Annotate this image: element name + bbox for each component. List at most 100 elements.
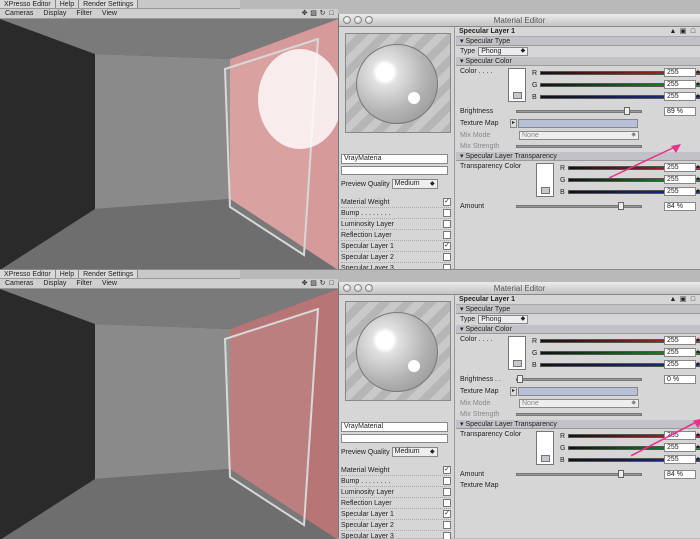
move-view-icon[interactable]: ✥ — [301, 10, 308, 17]
viewport-menu-cameras[interactable]: Cameras — [0, 9, 38, 19]
material-extra-field[interactable] — [341, 434, 448, 443]
channel-row[interactable]: Luminosity Layer — [341, 219, 451, 230]
channel-row[interactable]: Bump . . . . . . . . — [341, 208, 451, 219]
preview-quality-select[interactable]: Medium — [391, 447, 438, 457]
b-value-field[interactable]: 255 — [664, 360, 696, 369]
amount-value-field[interactable]: 84 % — [664, 470, 696, 479]
texture-map-slot[interactable] — [518, 387, 638, 396]
r-value-field[interactable]: 255 — [664, 68, 696, 77]
tab-help[interactable]: Help — [55, 270, 80, 278]
color-swatch[interactable] — [508, 68, 526, 102]
channel-checkbox[interactable] — [443, 253, 451, 261]
expand-icon[interactable]: □ — [689, 28, 697, 36]
specular-color-header[interactable]: ▾ Specular Color — [456, 325, 700, 334]
channel-checkbox[interactable] — [443, 532, 451, 539]
g-value-field[interactable]: 255 — [664, 348, 696, 357]
preview-quality-select[interactable]: Medium — [391, 179, 438, 189]
brightness-value-field[interactable]: 0 % — [664, 375, 696, 384]
mix-mode-select[interactable]: None — [519, 131, 639, 140]
channel-checkbox[interactable] — [443, 521, 451, 529]
move-view-icon[interactable]: ✥ — [301, 280, 308, 287]
up-arrow-icon[interactable]: ▲ — [669, 28, 677, 36]
tr-b-value-field[interactable]: 255 — [664, 187, 696, 196]
up-arrow-icon[interactable]: ▲ — [669, 296, 677, 304]
material-preview[interactable] — [345, 33, 451, 133]
channel-checkbox[interactable]: ✓ — [443, 510, 451, 518]
zoom-view-icon[interactable]: ▨ — [310, 10, 317, 17]
3d-viewport[interactable]: Cameras Display Filter View ✥ ▨ ↻ □ — [0, 279, 338, 539]
channel-checkbox[interactable]: ✓ — [443, 466, 451, 474]
material-preview[interactable] — [345, 301, 451, 401]
amount-slider[interactable] — [516, 202, 642, 210]
r-value-field[interactable]: 255 — [664, 336, 696, 345]
viewport-menu-view[interactable]: View — [97, 279, 122, 289]
viewport-menu-display[interactable]: Display — [38, 279, 71, 289]
zoom-window-button[interactable] — [365, 16, 373, 24]
channel-row[interactable]: Specular Layer 1 ✓ — [341, 509, 451, 520]
color-picker-button[interactable] — [513, 92, 522, 99]
viewport-menu-display[interactable]: Display — [38, 9, 71, 19]
channel-row[interactable]: Specular Layer 2 — [341, 520, 451, 531]
brightness-thumb[interactable] — [517, 375, 523, 383]
channel-checkbox[interactable] — [443, 220, 451, 228]
type-select[interactable]: Phong — [478, 315, 529, 324]
texture-map-button[interactable]: ▸ — [510, 387, 517, 396]
minimize-window-button[interactable] — [354, 284, 362, 292]
rotate-view-icon[interactable]: ↻ — [319, 10, 326, 17]
brightness-slider[interactable] — [516, 375, 642, 383]
texture-map-slot[interactable] — [518, 119, 638, 128]
channel-checkbox[interactable] — [443, 231, 451, 239]
3d-viewport[interactable]: Cameras Display Filter View ✥ ▨ ↻ □ — [0, 9, 338, 270]
viewport-menu-filter[interactable]: Filter — [71, 9, 97, 19]
viewport-menu-filter[interactable]: Filter — [71, 279, 97, 289]
color-swatch[interactable] — [508, 336, 526, 370]
close-window-button[interactable] — [343, 16, 351, 24]
channel-row[interactable]: Specular Layer 3 — [341, 531, 451, 539]
close-window-button[interactable] — [343, 284, 351, 292]
tab-render-settings[interactable]: Render Settings — [79, 0, 139, 8]
material-name-field[interactable]: VrayMateria — [341, 154, 448, 164]
mix-strength-slider[interactable] — [516, 413, 642, 416]
texture-map-button[interactable]: ▸ — [510, 119, 517, 128]
specular-type-header[interactable]: ▾ Specular Type — [456, 305, 700, 314]
material-extra-field[interactable] — [341, 166, 448, 175]
transparency-picker-button[interactable] — [541, 187, 550, 194]
tab-help[interactable]: Help — [55, 0, 80, 8]
viewport-menu-view[interactable]: View — [97, 9, 122, 19]
channel-row[interactable]: Luminosity Layer — [341, 487, 451, 498]
channel-row[interactable]: Specular Layer 2 — [341, 252, 451, 263]
amount-slider[interactable] — [516, 470, 642, 478]
lock-icon[interactable]: ▣ — [679, 28, 687, 36]
b-value-field[interactable]: 255 — [664, 92, 696, 101]
color-picker-button[interactable] — [513, 360, 522, 367]
channel-row[interactable]: Specular Layer 1 ✓ — [341, 241, 451, 252]
channel-checkbox[interactable] — [443, 488, 451, 496]
material-editor-titlebar[interactable]: Material Editor — [339, 282, 700, 295]
maximize-view-icon[interactable]: □ — [328, 280, 335, 287]
amount-thumb[interactable] — [617, 202, 624, 210]
viewport-menu-cameras[interactable]: Cameras — [0, 279, 38, 289]
type-select[interactable]: Phong — [478, 47, 529, 56]
transparency-swatch[interactable] — [536, 431, 554, 465]
channel-row[interactable]: Bump . . . . . . . . — [341, 476, 451, 487]
material-name-field[interactable]: VrayMaterial — [341, 422, 448, 432]
transparency-picker-button[interactable] — [541, 455, 550, 462]
channel-row[interactable]: Reflection Layer — [341, 230, 451, 241]
tab-xpresso-editor[interactable]: XPresso Editor — [0, 0, 56, 8]
g-value-field[interactable]: 255 — [664, 80, 696, 89]
brightness-thumb[interactable] — [623, 107, 630, 115]
minimize-window-button[interactable] — [354, 16, 362, 24]
channel-checkbox[interactable]: ✓ — [443, 198, 451, 206]
channel-row[interactable]: Material Weight ✓ — [341, 465, 451, 476]
maximize-view-icon[interactable]: □ — [328, 10, 335, 17]
channel-checkbox[interactable] — [443, 499, 451, 507]
amount-value-field[interactable]: 84 % — [664, 202, 696, 211]
mix-mode-select[interactable]: None — [519, 399, 639, 408]
tab-xpresso-editor[interactable]: XPresso Editor — [0, 270, 56, 278]
zoom-view-icon[interactable]: ▨ — [310, 280, 317, 287]
brightness-slider[interactable] — [516, 107, 642, 115]
lock-icon[interactable]: ▣ — [679, 296, 687, 304]
brightness-value-field[interactable]: 89 % — [664, 107, 696, 116]
channel-row[interactable]: Material Weight ✓ — [341, 197, 451, 208]
material-editor-titlebar[interactable]: Material Editor — [339, 14, 700, 27]
